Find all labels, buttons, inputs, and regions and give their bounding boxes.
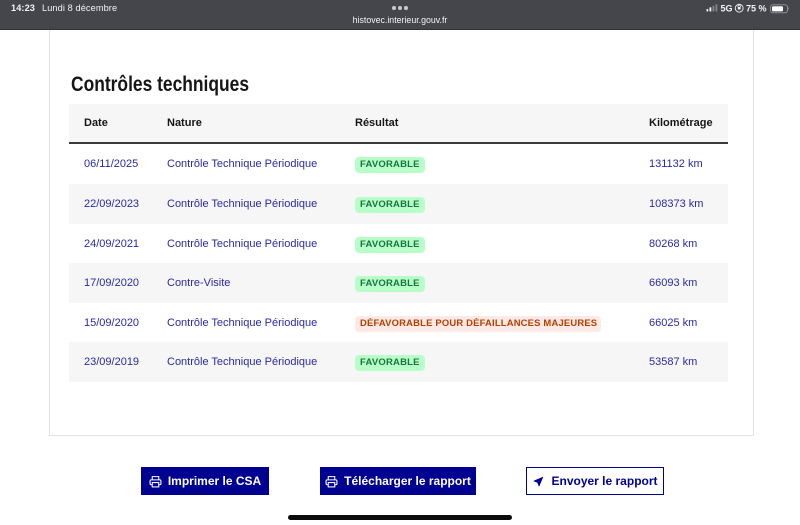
svg-text:5G: 5G	[721, 4, 733, 14]
svg-text:75 %: 75 %	[746, 4, 767, 14]
